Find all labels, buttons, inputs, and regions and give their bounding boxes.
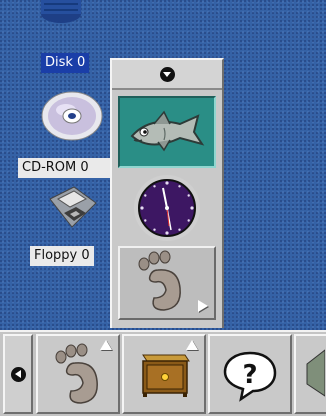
cdrom-label[interactable]: CD-ROM 0 — [18, 158, 110, 178]
help-launcher[interactable]: ? — [208, 334, 292, 414]
fish-launcher[interactable] — [118, 96, 216, 168]
cdrom-icon[interactable] — [40, 86, 104, 142]
clock-icon — [134, 175, 200, 241]
main-menu-launcher[interactable] — [36, 334, 120, 414]
drawer-arrow-icon — [186, 340, 198, 350]
clock-launcher[interactable] — [118, 172, 216, 244]
hard-disk-icon[interactable] — [36, 0, 86, 26]
menu-arrow-icon — [100, 340, 112, 350]
submenu-arrow-icon — [198, 300, 208, 312]
drawer-popup — [110, 58, 224, 328]
gnome-menu-launcher[interactable] — [118, 246, 216, 320]
floppy-icon[interactable] — [44, 185, 100, 231]
help-icon: ? — [223, 351, 277, 402]
fish-icon — [130, 110, 205, 152]
drawer-handle[interactable] — [112, 60, 222, 90]
arrow-left-icon — [10, 366, 26, 382]
svg-text:?: ? — [242, 360, 257, 390]
partial-launcher-icon — [306, 349, 325, 397]
disk-label[interactable]: Disk 0 — [41, 53, 90, 73]
partial-launcher[interactable] — [294, 334, 326, 414]
arrow-down-icon[interactable] — [159, 66, 175, 82]
bottom-panel: ? — [0, 330, 326, 416]
drawer-launcher[interactable] — [122, 334, 206, 414]
panel-hide-button[interactable] — [3, 334, 33, 414]
floppy-label[interactable]: Floppy 0 — [30, 246, 94, 266]
